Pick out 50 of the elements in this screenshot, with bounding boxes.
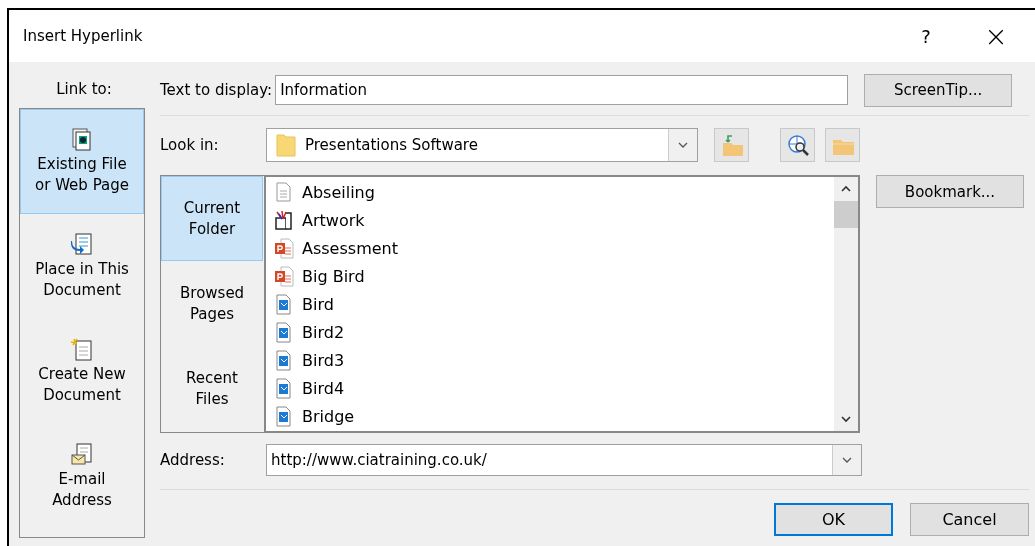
link-to-item[interactable]: Existing File or Web Page	[20, 109, 144, 214]
view-tab[interactable]: Recent Files	[161, 346, 263, 431]
presentation-file-icon	[274, 237, 294, 259]
dialog-button[interactable]: Cancel	[910, 503, 1029, 536]
document-arrow-icon	[70, 232, 94, 257]
folder-icon	[275, 132, 297, 158]
new-document-icon	[70, 337, 94, 362]
scroll-thumb[interactable]	[834, 201, 858, 228]
text-to-display-label: Text to display:	[160, 81, 273, 99]
link-to-item[interactable]: Create New Document	[20, 319, 144, 424]
link-to-label: Link to:	[55, 80, 113, 98]
image-file-icon	[274, 322, 294, 344]
envelope-icon	[70, 442, 94, 467]
file-item[interactable]: Bird2	[266, 318, 834, 347]
file-item[interactable]: Artwork	[266, 206, 834, 235]
view-tab[interactable]: Current Folder	[161, 176, 263, 261]
text-file-icon	[274, 181, 294, 203]
image-file-icon	[274, 406, 294, 428]
browse-web-button[interactable]	[780, 128, 815, 162]
link-to-item[interactable]: E-mail Address	[20, 424, 144, 529]
file-item[interactable]: Bridge	[266, 402, 834, 431]
address-label: Address:	[160, 451, 226, 469]
screentip-button[interactable]: ScreenTip...	[864, 73, 1013, 107]
document-icon	[70, 127, 94, 152]
bookmark-button[interactable]: Bookmark...	[876, 175, 1024, 208]
look-in-dropdown[interactable]: Presentations Software	[266, 128, 698, 162]
link-to-item[interactable]: Place in This Document	[20, 214, 144, 319]
file-item[interactable]: Bird4	[266, 374, 834, 403]
text-to-display-field[interactable]: Information	[275, 75, 849, 105]
presentation-file-icon	[274, 265, 294, 287]
help-button[interactable]: ?	[891, 16, 961, 56]
look-in-label: Look in:	[160, 136, 220, 154]
paint-pot-icon	[274, 209, 294, 231]
window-title: Insert Hyperlink	[23, 27, 144, 45]
dialog-button[interactable]: OK	[774, 503, 893, 536]
scrollbar[interactable]	[834, 177, 858, 431]
browse-file-button[interactable]	[825, 128, 860, 162]
globe-magnifier-icon	[785, 133, 810, 157]
file-item[interactable]: Big Bird	[266, 262, 834, 291]
address-field[interactable]: http://www.ciatraining.co.uk/	[266, 444, 862, 476]
close-button[interactable]: ×	[961, 16, 1031, 56]
image-file-icon	[274, 378, 294, 400]
up-folder-button[interactable]	[714, 128, 749, 162]
image-file-icon	[274, 350, 294, 372]
image-file-icon	[274, 294, 294, 315]
file-item[interactable]: Assessment	[266, 234, 834, 263]
file-item[interactable]: Abseiling	[266, 178, 834, 207]
file-item[interactable]: Bird	[266, 290, 834, 319]
view-tab[interactable]: Browsed Pages	[161, 261, 263, 346]
file-item[interactable]: Bird3	[266, 346, 834, 375]
